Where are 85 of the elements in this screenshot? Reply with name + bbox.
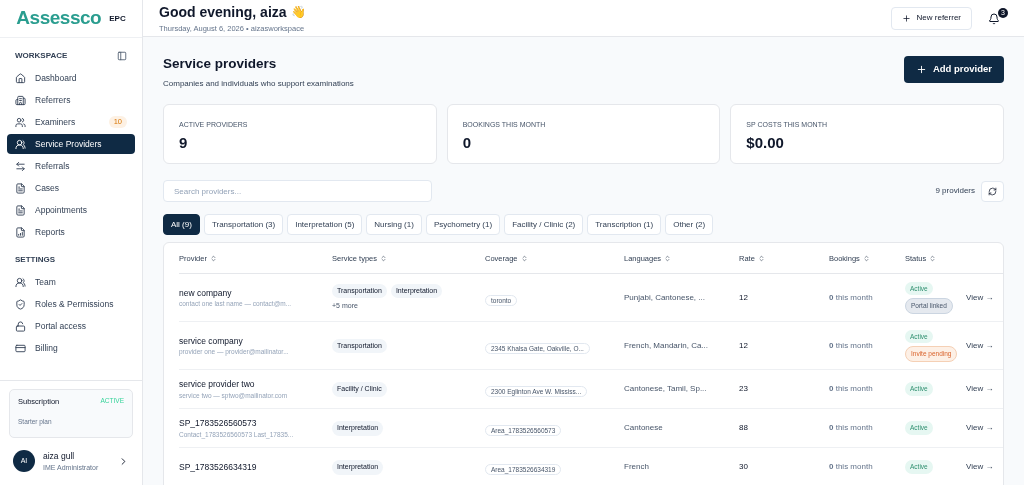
section-title: WORKSPACE bbox=[15, 50, 68, 62]
nav-item[interactable]: Roles & Permissions bbox=[7, 294, 135, 314]
nav-icon bbox=[15, 72, 26, 84]
nav-item[interactable]: Team bbox=[7, 272, 135, 292]
filter-tab[interactable]: Transportation (3) bbox=[203, 214, 284, 236]
sort-icon bbox=[757, 254, 765, 262]
provider-count: 9 providers bbox=[935, 185, 975, 198]
sort-icon bbox=[520, 254, 528, 262]
sort-icon bbox=[929, 254, 937, 262]
nav-item[interactable]: Appointments bbox=[7, 200, 135, 220]
refresh-button[interactable] bbox=[981, 180, 1004, 202]
sort-icon bbox=[380, 254, 388, 262]
provider-name: new company bbox=[179, 286, 233, 300]
rate-cell-text: 23 bbox=[739, 383, 749, 396]
filter-tab[interactable]: Psychometry (1) bbox=[425, 214, 501, 236]
filter-tab[interactable]: Transcription (1) bbox=[587, 214, 662, 236]
provider-name: SP_1783526634319 bbox=[179, 460, 258, 474]
wave-emoji: 👋 bbox=[290, 4, 306, 22]
filter-tab[interactable]: All (9) bbox=[163, 214, 200, 236]
collapse-sidebar-icon[interactable] bbox=[117, 51, 127, 61]
view-link[interactable]: View → bbox=[966, 291, 1003, 304]
view-link[interactable]: View → bbox=[966, 339, 1003, 352]
nav-item[interactable]: Dashboard bbox=[7, 68, 135, 88]
nav-icon bbox=[15, 182, 26, 194]
nav-icon bbox=[15, 320, 26, 332]
nav-icon bbox=[15, 160, 26, 172]
filter-tab[interactable]: Other (2) bbox=[665, 214, 714, 236]
nav-item[interactable]: Service Providers bbox=[7, 134, 135, 154]
add-provider-button[interactable]: Add provider bbox=[903, 56, 1004, 83]
view-link[interactable]: View → bbox=[966, 461, 1003, 474]
provider-name: service company bbox=[179, 334, 244, 348]
greeting: Good evening, aiza bbox=[159, 2, 287, 22]
bell-icon bbox=[988, 13, 1000, 25]
languages-cell-text: Punjabi, Cantonese, ... bbox=[624, 291, 706, 304]
nav-icon bbox=[15, 138, 26, 150]
user-name: aiza gull bbox=[43, 449, 76, 463]
nav-icon bbox=[15, 94, 26, 106]
nav-icon bbox=[15, 204, 26, 216]
filter-tab[interactable]: Nursing (1) bbox=[366, 214, 422, 236]
rate-cell-text: 12 bbox=[739, 291, 749, 304]
nav-item[interactable]: Cases bbox=[7, 178, 135, 198]
nav-item[interactable]: Referrers bbox=[7, 90, 135, 110]
languages-cell-text: Cantonese, Tamil, Sp... bbox=[624, 383, 708, 396]
plus-icon bbox=[901, 13, 911, 23]
stat-value: $0.00 bbox=[746, 132, 785, 153]
search-field[interactable]: Search providers... bbox=[163, 180, 432, 203]
stat-value: 0 bbox=[462, 132, 472, 153]
bookings-cell-text: 0 this month bbox=[829, 383, 874, 396]
plus-icon bbox=[915, 64, 927, 75]
brand-tag: EPC bbox=[109, 12, 126, 25]
view-link[interactable]: View → bbox=[966, 422, 1003, 435]
nav-icon bbox=[15, 276, 26, 288]
nav-item[interactable]: Reports bbox=[7, 222, 135, 242]
section-title: SETTINGS bbox=[15, 254, 55, 266]
brand-logo: Assessco bbox=[16, 6, 102, 31]
bookings-cell-text: 0 this month bbox=[829, 339, 874, 352]
nav-icon bbox=[15, 298, 26, 310]
bookings-cell-text: 0 this month bbox=[829, 422, 874, 435]
nav-icon bbox=[15, 226, 26, 238]
provider-name: service provider two bbox=[179, 378, 256, 391]
nav-icon bbox=[15, 342, 26, 354]
page-subtitle: Companies and individuals who support examinations bbox=[163, 78, 354, 91]
refresh-icon bbox=[988, 186, 997, 196]
languages-cell-text: French, Mandarin, Ca... bbox=[624, 339, 710, 352]
rate-cell-text: 12 bbox=[739, 339, 749, 352]
nav-icon bbox=[15, 116, 26, 128]
new-referrer-button[interactable]: New referrer bbox=[890, 6, 972, 30]
nav-item[interactable]: Portal access bbox=[7, 316, 135, 336]
nav-item[interactable]: Referrals bbox=[7, 156, 135, 176]
filter-tab[interactable]: Facility / Clinic (2) bbox=[504, 214, 584, 236]
filter-tab[interactable]: Interpretation (5) bbox=[287, 214, 363, 236]
sort-icon bbox=[209, 254, 217, 262]
sort-icon bbox=[664, 254, 672, 262]
stat-value: 9 bbox=[179, 132, 189, 153]
provider-name: SP_1783526560573 bbox=[179, 417, 258, 430]
sort-icon bbox=[862, 254, 870, 262]
bookings-cell-text: 0 this month bbox=[829, 291, 874, 304]
rate-cell-text: 30 bbox=[739, 461, 749, 474]
languages-cell-text: French bbox=[624, 461, 650, 474]
page-title: Service providers bbox=[163, 55, 278, 73]
nav-item[interactable]: Billing bbox=[7, 338, 135, 358]
languages-cell-text: Cantonese bbox=[624, 422, 664, 435]
rate-cell-text: 88 bbox=[739, 422, 749, 435]
view-link[interactable]: View → bbox=[966, 383, 1003, 396]
bookings-cell-text: 0 this month bbox=[829, 461, 874, 474]
